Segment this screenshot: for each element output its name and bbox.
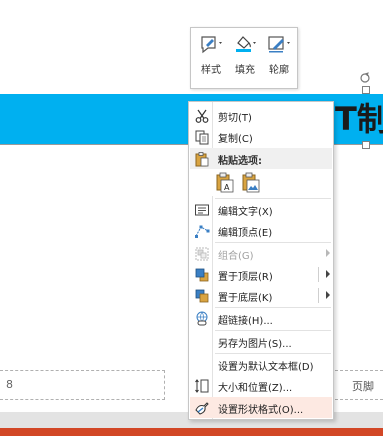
menu-item-label: 置于顶层(R) — [218, 272, 273, 283]
menu-item-label: 设置形状格式(O)... — [218, 405, 304, 416]
menu-item-label: 复制(C) — [218, 134, 253, 145]
send-to-back-icon — [195, 289, 209, 303]
paste-keep-text-button[interactable]: A — [215, 171, 237, 195]
shape-style-icon — [201, 36, 222, 54]
outline-label: 轮廓 — [269, 65, 289, 76]
shape-style-label: 样式 — [201, 65, 221, 76]
menu-item-edit-text[interactable]: 编辑文字(X) — [190, 199, 332, 220]
rotation-handle-icon[interactable] — [359, 72, 371, 84]
submenu-arrow-icon[interactable] — [326, 291, 330, 299]
edit-points-icon — [195, 225, 210, 238]
paste-icon — [195, 152, 209, 167]
paint-bucket-icon — [236, 36, 256, 52]
pencil-outline-icon — [268, 36, 290, 53]
menu-item-save-as-picture[interactable]: 另存为图片(S)... — [190, 331, 332, 352]
menu-item-set-default-textbox[interactable]: 设置为默认文本框(D) — [190, 354, 332, 375]
footer-placeholder-text: 页脚 — [352, 380, 374, 393]
paste-options-header: 粘贴选项: — [190, 148, 332, 169]
menu-item-format-shape[interactable]: 设置形状格式(O)... — [190, 397, 332, 418]
hyperlink-icon — [196, 311, 208, 326]
menu-item-bring-to-front[interactable]: 置于顶层(R) — [190, 264, 332, 285]
shape-style-button[interactable]: 样式 — [195, 32, 227, 84]
paste-picture-icon — [242, 172, 260, 193]
menu-item-label: 粘贴选项: — [218, 156, 262, 167]
paste-picture-button[interactable] — [241, 171, 263, 195]
slide-title-fragment[interactable]: T制 — [335, 99, 383, 139]
menu-item-label: 组合(G) — [218, 251, 254, 262]
format-shape-icon — [195, 402, 209, 415]
menu-item-edit-points[interactable]: 编辑顶点(E) — [190, 220, 332, 241]
outline-button[interactable]: 轮廓 — [263, 32, 295, 84]
mini-toolbar: 样式 填充 轮廓 — [190, 27, 298, 89]
menu-item-label: 置于底层(K) — [218, 293, 273, 304]
group-icon — [195, 247, 209, 261]
status-bar — [0, 428, 383, 436]
fill-button[interactable]: 填充 — [229, 32, 261, 84]
bring-to-front-icon — [195, 268, 209, 282]
scissors-icon — [195, 109, 209, 123]
menu-item-send-to-back[interactable]: 置于底层(K) — [190, 285, 332, 306]
menu-item-copy[interactable]: 复制(C) — [190, 126, 332, 147]
menu-item-group[interactable]: 组合(G) — [190, 243, 332, 264]
context-menu: 剪切(T) 复制(C) 粘贴选项: A 编辑文字(X) 编辑顶点(E) 组合(G… — [188, 101, 334, 420]
menu-item-label: 超链接(H)... — [218, 316, 273, 327]
selection-handle-bottom[interactable] — [362, 141, 370, 149]
menu-item-label: 另存为图片(S)... — [218, 339, 292, 350]
svg-text:A: A — [224, 183, 230, 192]
submenu-arrow-icon[interactable] — [326, 270, 330, 278]
submenu-split-divider — [318, 267, 319, 282]
menu-item-label: 设置为默认文本框(D) — [218, 362, 314, 373]
edit-text-icon — [195, 204, 209, 216]
selection-handle-top[interactable] — [362, 86, 370, 94]
menu-item-label: 编辑顶点(E) — [218, 228, 273, 239]
paste-options-row: A — [215, 171, 275, 195]
submenu-arrow-icon — [326, 249, 330, 257]
submenu-split-divider — [318, 288, 319, 303]
menu-item-hyperlink[interactable]: 超链接(H)... — [190, 308, 332, 329]
size-position-icon — [195, 379, 209, 393]
menu-item-label: 大小和位置(Z)... — [218, 383, 293, 394]
menu-item-cut[interactable]: 剪切(T) — [190, 105, 332, 126]
fill-label: 填充 — [235, 65, 255, 76]
menu-item-size-and-position[interactable]: 大小和位置(Z)... — [190, 375, 332, 396]
date-placeholder-text: 8 — [6, 378, 13, 391]
copy-icon — [195, 130, 209, 145]
menu-item-label: 剪切(T) — [218, 113, 252, 124]
paste-keep-text-icon: A — [216, 172, 234, 193]
menu-item-label: 编辑文字(X) — [218, 207, 273, 218]
date-placeholder[interactable] — [0, 370, 165, 400]
